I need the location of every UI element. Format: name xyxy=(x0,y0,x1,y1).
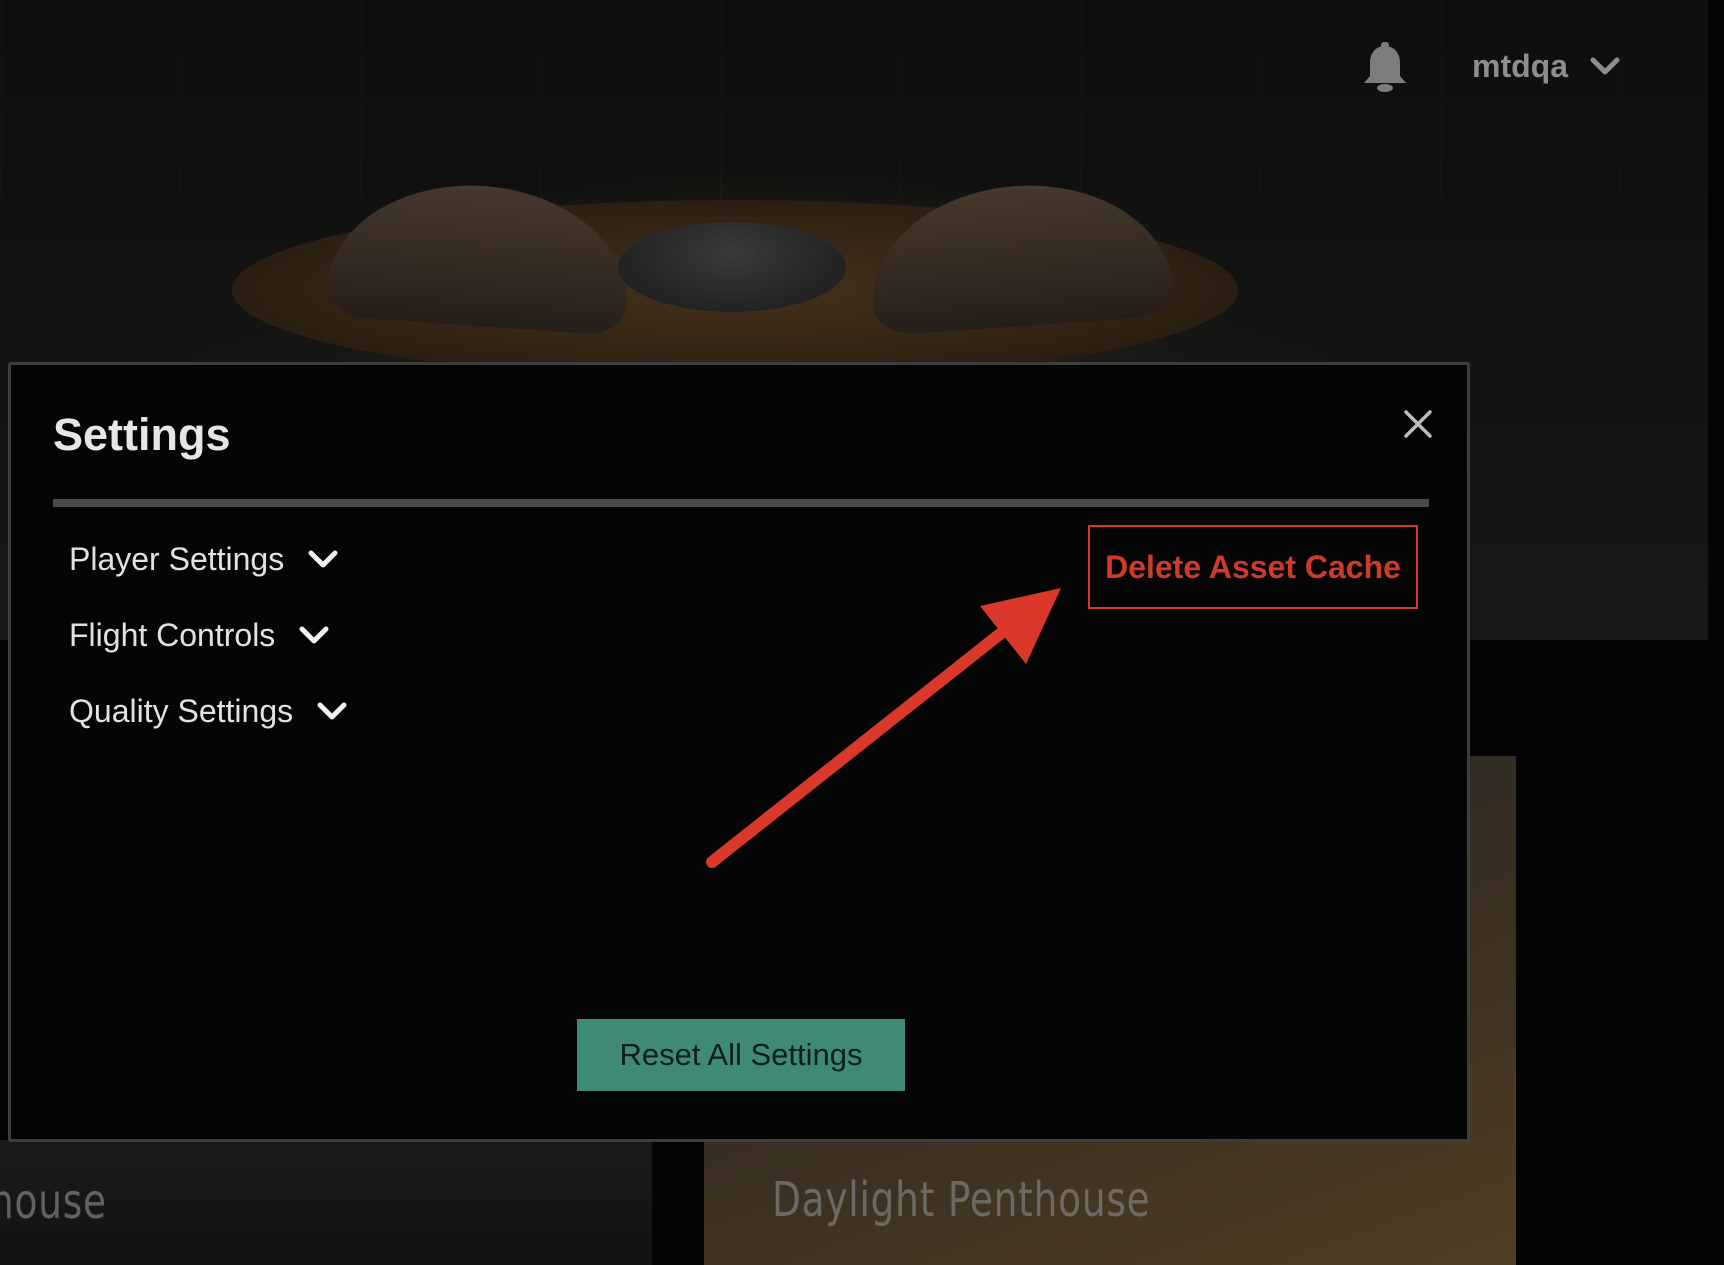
bell-icon[interactable] xyxy=(1357,40,1413,96)
section-label: Quality Settings xyxy=(69,692,294,729)
modal-title: Settings xyxy=(53,409,231,460)
user-menu[interactable]: mtdqa xyxy=(1472,44,1620,88)
reset-all-settings-button[interactable]: Reset All Settings xyxy=(577,1019,905,1091)
chevron-down-icon xyxy=(308,549,338,569)
settings-modal: Settings Player Settings Flight Controls… xyxy=(8,362,1470,1142)
section-quality-settings[interactable]: Quality Settings xyxy=(69,687,347,735)
close-icon xyxy=(1403,409,1433,444)
chevron-down-icon xyxy=(299,625,329,645)
username-label: mtdqa xyxy=(1472,47,1568,84)
section-player-settings[interactable]: Player Settings xyxy=(69,535,338,583)
section-label: Flight Controls xyxy=(69,616,276,653)
chevron-down-icon xyxy=(317,701,347,721)
chevron-down-icon xyxy=(1590,56,1620,76)
close-button[interactable] xyxy=(1395,403,1441,449)
delete-asset-cache-button[interactable]: Delete Asset Cache xyxy=(1088,525,1418,609)
section-flight-controls[interactable]: Flight Controls xyxy=(69,611,329,659)
section-label: Player Settings xyxy=(69,540,285,577)
title-divider xyxy=(53,499,1429,507)
